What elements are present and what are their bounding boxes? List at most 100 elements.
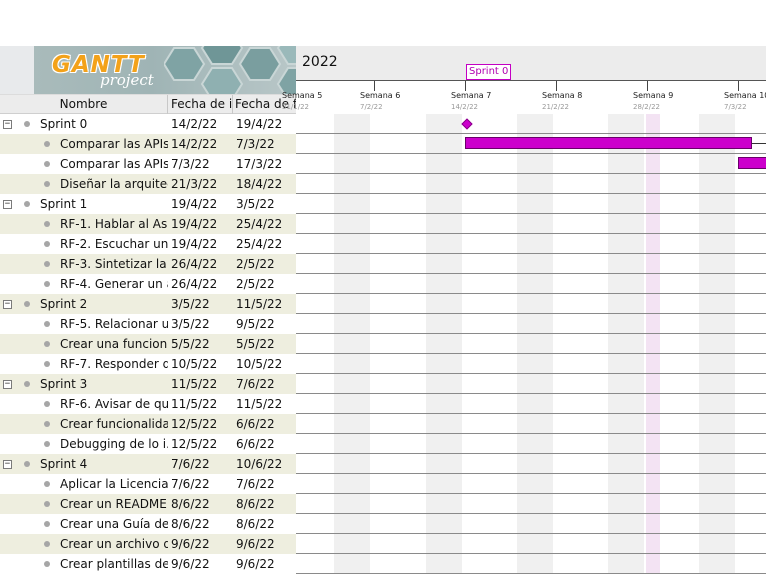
task-start-date: 26/4/22 bbox=[171, 277, 218, 291]
task-bullet-icon bbox=[44, 181, 50, 187]
table-row[interactable]: Diseñar la arquitec...21/3/22 18/4/22 bbox=[0, 174, 296, 194]
collapse-toggle-icon[interactable]: − bbox=[3, 380, 12, 389]
collapse-toggle-icon[interactable]: − bbox=[3, 120, 12, 129]
timeline-header: 2022 Sprint 0 bbox=[296, 46, 766, 80]
task-bullet-icon bbox=[44, 481, 50, 487]
row-gridline bbox=[296, 533, 766, 534]
collapse-toggle-icon[interactable]: − bbox=[3, 460, 12, 469]
row-gridline bbox=[296, 433, 766, 434]
task-bullet-icon bbox=[44, 501, 50, 507]
row-gridline bbox=[296, 513, 766, 514]
task-name: RF-1. Hablar al Asi... bbox=[60, 217, 168, 231]
task-end-date: 8/6/22 bbox=[236, 517, 275, 531]
task-bar[interactable] bbox=[738, 157, 766, 169]
task-start-date: 3/5/22 bbox=[171, 317, 210, 331]
week-date: 7/2/22 bbox=[360, 103, 383, 111]
task-bullet-icon bbox=[44, 361, 50, 367]
table-row-group[interactable]: − Sprint 3 11/5/22 7/6/22 bbox=[0, 374, 296, 394]
task-end-date: 10/5/22 bbox=[236, 357, 283, 371]
table-row[interactable]: RF-2. Escuchar un... 19/4/22 25/4/22 bbox=[0, 234, 296, 254]
row-gridline bbox=[296, 413, 766, 414]
task-name: Crear una Guía de ... bbox=[60, 517, 168, 531]
ganttproject-window: GANTT project Nombre Fecha de i... Fecha… bbox=[0, 0, 766, 574]
task-start-date: 5/5/22 bbox=[171, 337, 210, 351]
row-gridline bbox=[296, 293, 766, 294]
task-end-date: 10/6/22 bbox=[236, 457, 283, 471]
task-end-date: 2/5/22 bbox=[236, 257, 275, 271]
collapse-toggle-icon[interactable]: − bbox=[3, 200, 12, 209]
table-row-group[interactable]: − Sprint 2 3/5/22 11/5/22 bbox=[0, 294, 296, 314]
table-row[interactable]: RF-4. Generar un a...26/4/22 2/5/22 bbox=[0, 274, 296, 294]
task-bullet-icon bbox=[44, 561, 50, 567]
table-row[interactable]: Comparar las APIs...7/3/22 17/3/22 bbox=[0, 154, 296, 174]
gantt-chart-area[interactable] bbox=[296, 114, 766, 574]
task-name: RF-5. Relacionar u... bbox=[60, 317, 168, 331]
task-end-date: 2/5/22 bbox=[236, 277, 275, 291]
task-bar[interactable] bbox=[465, 137, 752, 149]
task-end-date: 5/5/22 bbox=[236, 337, 275, 351]
week-date: 28/2/22 bbox=[633, 103, 660, 111]
task-bullet-icon bbox=[24, 301, 30, 307]
column-header-name[interactable]: Nombre bbox=[0, 95, 168, 114]
table-row[interactable]: Crear un README ...8/6/228/6/22 bbox=[0, 494, 296, 514]
week-label: Semana 10 bbox=[724, 91, 766, 100]
task-start-date: 8/6/22 bbox=[171, 517, 210, 531]
task-end-date: 9/6/22 bbox=[236, 537, 275, 551]
task-bullet-icon bbox=[44, 141, 50, 147]
table-row[interactable]: Comparar las APIs...14/2/22 7/3/22 bbox=[0, 134, 296, 154]
table-row[interactable]: RF-6. Avisar de qu...11/5/2211/5/22 bbox=[0, 394, 296, 414]
row-gridline bbox=[296, 453, 766, 454]
task-bullet-icon bbox=[44, 421, 50, 427]
task-start-date: 19/4/22 bbox=[171, 197, 218, 211]
task-name: Diseñar la arquitec... bbox=[60, 177, 168, 191]
table-row-group[interactable]: − Sprint 0 14/2/22 19/4/22 bbox=[0, 114, 296, 134]
task-start-date: 11/5/22 bbox=[171, 377, 218, 391]
row-gridline bbox=[296, 493, 766, 494]
week-date: 31/1/22 bbox=[282, 103, 309, 111]
milestone-label[interactable]: Sprint 0 bbox=[466, 64, 512, 80]
column-header-start-date[interactable]: Fecha de i... bbox=[168, 95, 233, 114]
task-name: Crear un README ... bbox=[60, 497, 168, 511]
task-bullet-icon bbox=[44, 321, 50, 327]
task-start-date: 21/3/22 bbox=[171, 177, 218, 191]
table-row[interactable]: Crear una Guía de ...8/6/228/6/22 bbox=[0, 514, 296, 534]
collapse-toggle-icon[interactable]: − bbox=[3, 300, 12, 309]
row-gridline bbox=[296, 193, 766, 194]
row-gridline bbox=[296, 353, 766, 354]
task-bullet-icon bbox=[44, 401, 50, 407]
table-row-group[interactable]: − Sprint 4 7/6/22 10/6/22 bbox=[0, 454, 296, 474]
table-row[interactable]: Crear funcionalida...12/5/22 6/6/22 bbox=[0, 414, 296, 434]
week-label: Semana 8 bbox=[542, 91, 583, 100]
table-row[interactable]: Crear una funcion... 5/5/22 5/5/22 bbox=[0, 334, 296, 354]
table-row[interactable]: Crear un archivo d...9/6/229/6/22 bbox=[0, 534, 296, 554]
row-gridline bbox=[296, 273, 766, 274]
task-end-date: 11/5/22 bbox=[236, 297, 283, 311]
task-name: Crear funcionalida... bbox=[60, 417, 168, 431]
row-gridline bbox=[296, 373, 766, 374]
table-row[interactable]: Aplicar la Licencia ...7/6/227/6/22 bbox=[0, 474, 296, 494]
task-bullet-icon bbox=[44, 241, 50, 247]
task-end-date: 9/5/22 bbox=[236, 317, 275, 331]
table-row[interactable]: RF-5. Relacionar u...3/5/22 9/5/22 bbox=[0, 314, 296, 334]
task-end-date: 18/4/22 bbox=[236, 177, 283, 191]
week-tick bbox=[556, 81, 557, 91]
task-name: Comparar las APIs... bbox=[60, 157, 168, 171]
table-row[interactable]: Crear plantillas de ...9/6/229/6/22 bbox=[0, 554, 296, 574]
row-gridline bbox=[296, 333, 766, 334]
table-row-group[interactable]: − Sprint 1 19/4/22 3/5/22 bbox=[0, 194, 296, 214]
task-start-date: 8/6/22 bbox=[171, 497, 210, 511]
week-date: 14/2/22 bbox=[451, 103, 478, 111]
table-row[interactable]: RF-1. Hablar al Asi...19/4/22 25/4/22 bbox=[0, 214, 296, 234]
ganttproject-logo: GANTT project bbox=[34, 46, 296, 94]
task-name: RF-6. Avisar de qu... bbox=[60, 397, 168, 411]
table-row[interactable]: Debugging de lo i... 12/5/22 6/6/22 bbox=[0, 434, 296, 454]
weekend-column bbox=[334, 114, 370, 574]
task-start-date: 19/4/22 bbox=[171, 217, 218, 231]
milestone-diamond[interactable] bbox=[461, 118, 473, 130]
week-tick bbox=[465, 81, 466, 91]
task-end-date: 9/6/22 bbox=[236, 557, 275, 571]
table-row[interactable]: RF-7. Responder q...10/5/2210/5/22 bbox=[0, 354, 296, 374]
row-gridline bbox=[296, 213, 766, 214]
table-row[interactable]: RF-3. Sintetizar la ...26/4/22 2/5/22 bbox=[0, 254, 296, 274]
week-date: 7/3/22 bbox=[724, 103, 747, 111]
